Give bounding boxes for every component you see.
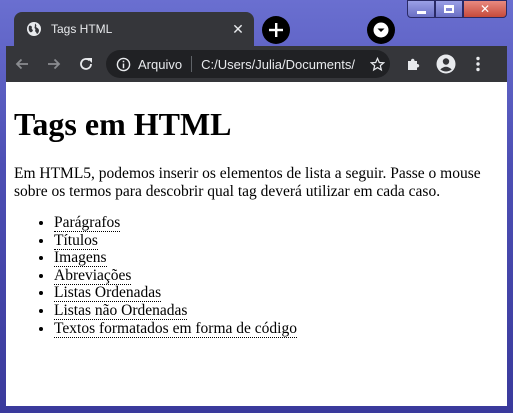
browser-toolbar: Arquivo C:/Users/Julia/Documents/ [6,46,507,82]
globe-icon [27,22,41,36]
minimize-icon [416,10,426,14]
page-heading: Tags em HTML [14,106,232,142]
minimize-button[interactable] [407,0,435,18]
bookmark-star-icon[interactable] [364,56,390,72]
tab-title: Tags HTML [51,22,113,36]
abbr-term[interactable]: Títulos [54,231,98,250]
page-content: Tags em HTML Em HTML5, podemos inserir o… [6,82,507,406]
close-window-button[interactable]: ✕ [463,0,507,18]
address-separator [191,56,193,72]
browser-tab[interactable]: Tags HTML ✕ [14,12,254,46]
abbr-term[interactable]: Textos formatados em forma de código [54,319,297,338]
address-bar[interactable]: Arquivo C:/Users/Julia/Documents/ [106,50,390,78]
new-tab-button[interactable] [262,16,290,44]
tags-list: Parágrafos Títulos Imagens Abreviações L… [14,214,499,338]
close-icon: ✕ [479,2,491,16]
list-item: Parágrafos [54,214,499,232]
profile-button[interactable] [430,48,462,80]
list-item: Listas Ordenadas [54,284,499,303]
plus-icon [269,23,283,37]
window-controls: ✕ [407,0,507,18]
intro-paragraph: Em HTML5, podemos inserir os elementos d… [14,165,481,200]
tab-search-button[interactable] [367,16,395,44]
abbr-term[interactable]: Parágrafos [54,214,121,232]
arrow-left-icon [15,58,28,70]
avatar-icon [436,54,456,74]
arrow-right-icon [48,58,61,70]
list-item: Listas não Ordenadas [54,301,499,320]
list-item: Títulos [54,231,499,250]
extensions-button[interactable] [398,48,430,80]
menu-button[interactable] [462,48,494,80]
abbr-term[interactable]: Listas não Ordenadas [54,301,188,320]
maximize-icon [444,5,454,13]
info-icon[interactable] [116,57,131,72]
maximize-button[interactable] [435,0,463,18]
list-item: Textos formatados em forma de código [54,319,499,338]
kebab-menu-icon [476,56,480,72]
security-label: Arquivo [138,56,183,72]
back-button[interactable] [6,48,38,80]
reload-icon [80,58,92,70]
abbr-term[interactable]: Imagens [54,249,107,268]
list-item: Imagens [54,249,499,268]
puzzle-icon [408,58,420,70]
list-item: Abreviações [54,266,499,285]
reload-button[interactable] [70,48,102,80]
url-text[interactable]: C:/Users/Julia/Documents/ [201,57,364,72]
tab-close-icon[interactable]: ✕ [228,21,248,38]
abbr-term[interactable]: Abreviações [54,266,132,285]
chevron-down-circle-icon [373,22,389,38]
abbr-term[interactable]: Listas Ordenadas [54,284,162,303]
forward-button[interactable] [38,48,70,80]
